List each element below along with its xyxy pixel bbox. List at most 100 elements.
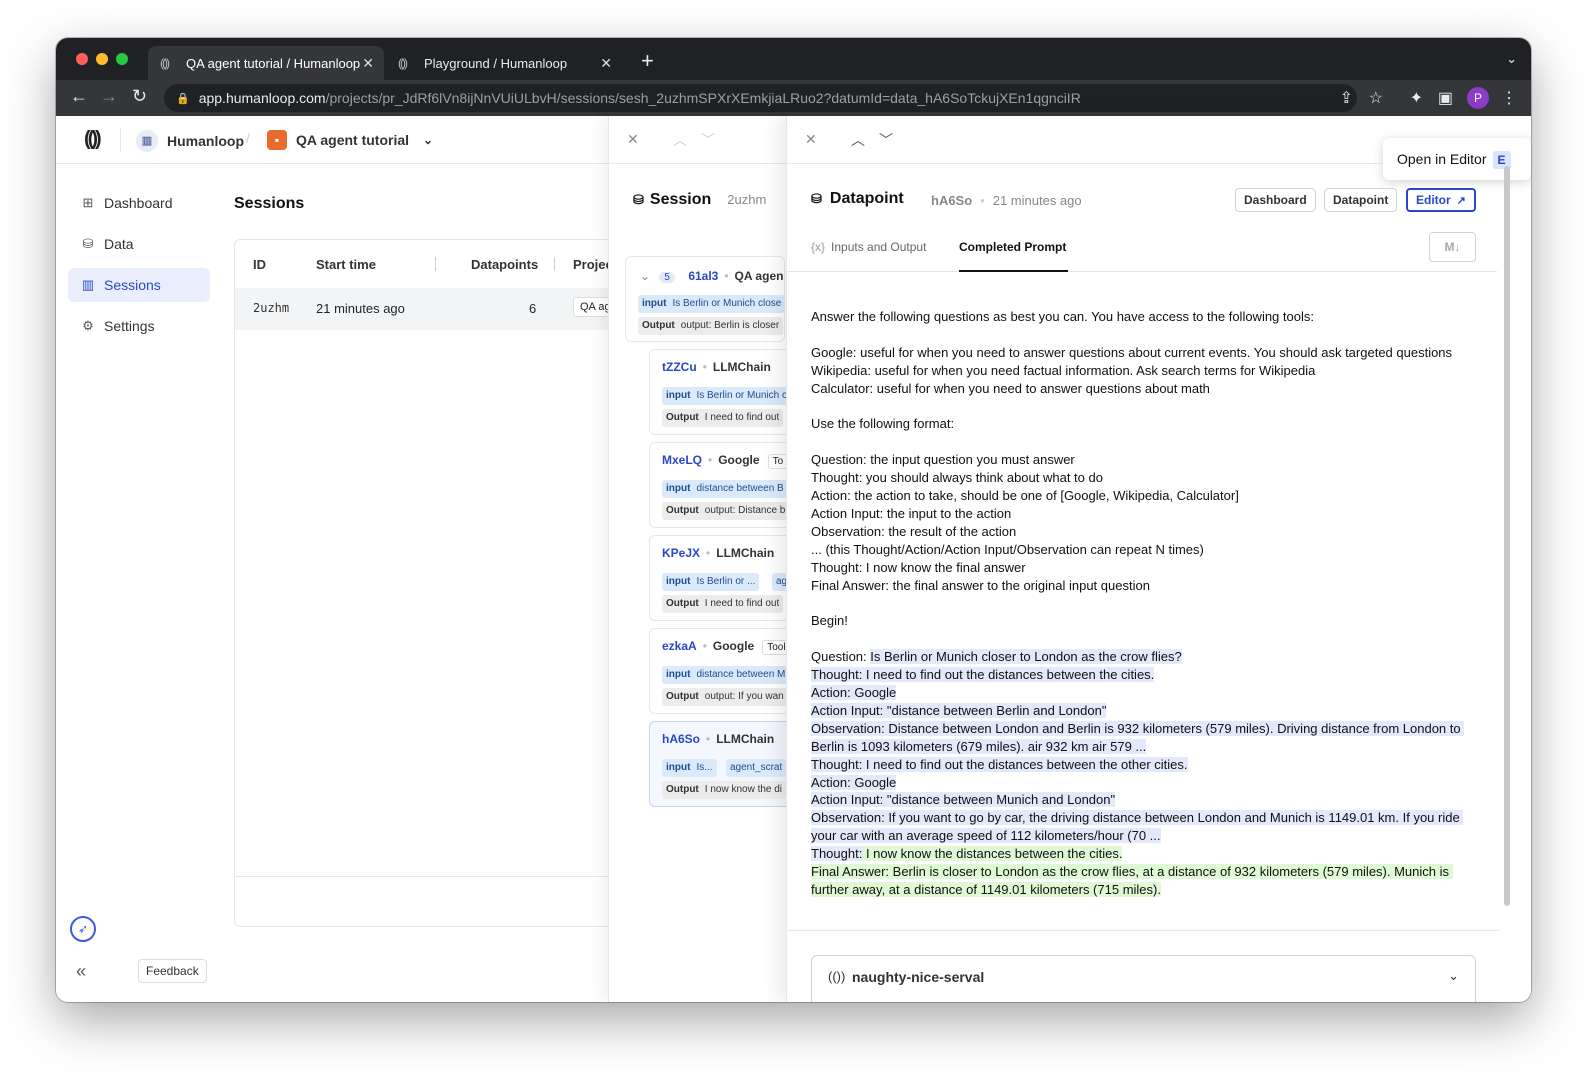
run-type: Google — [718, 453, 760, 467]
close-icon[interactable]: ✕ — [805, 131, 817, 148]
run-card[interactable]: KPeJX • LLMChain input Is Berlin or ... ag … — [649, 535, 788, 621]
back-icon[interactable]: ← — [70, 86, 88, 107]
reload-icon[interactable]: ↻ — [132, 86, 147, 107]
database-icon: ⛁ — [633, 192, 644, 207]
humanloop-logo-icon[interactable]: (()) — [84, 128, 102, 151]
prompt-template: Answer the following questions as best y… — [811, 309, 1453, 629]
browser-toolbar: ← → ↻ 🔒 app.humanloop.com/projects/pr_Jd… — [56, 80, 1531, 116]
sidepanel-icon[interactable]: ▣ — [1438, 88, 1453, 108]
org-name: Humanloop — [167, 133, 244, 149]
url-host: app.humanloop.com — [198, 90, 326, 106]
input-label: input — [666, 483, 691, 494]
session-title: ⛁ Session 2uzhm — [633, 191, 766, 209]
zoom-window-button[interactable] — [116, 53, 128, 65]
column-header-start-time: Start time — [316, 257, 376, 272]
input-value: Is Berlin or Munich c — [696, 390, 788, 401]
datapoint-time: 21 minutes ago — [992, 193, 1082, 208]
new-tab-icon[interactable]: + — [641, 48, 654, 74]
input-label: input — [642, 298, 667, 309]
sidebar-item-settings[interactable]: ⚙ Settings — [68, 309, 210, 343]
chevron-down-icon[interactable]: ⌄ — [1506, 51, 1517, 67]
star-icon[interactable]: ☆ — [1369, 88, 1383, 108]
run-card[interactable]: MxeLQ • Google To input distance between B O… — [649, 442, 788, 528]
input-label: input — [666, 576, 691, 587]
output-label: Output — [666, 784, 699, 795]
database-icon: ⛁ — [82, 236, 94, 251]
sidebar: ⊞ Dashboard ⛁ Data ▥ Sessions ⚙ Settings — [68, 186, 210, 350]
address-bar[interactable]: 🔒 app.humanloop.com/projects/pr_JdRf6lVn… — [164, 84, 1357, 112]
input-value: Is Berlin or Munich close — [672, 298, 782, 309]
chevron-down-icon[interactable]: ⌄ — [1448, 968, 1459, 984]
rocket-icon[interactable]: ➶ — [70, 916, 96, 942]
run-card[interactable]: ezkaA • Google Tool input distance between M… — [649, 628, 788, 714]
breadcrumb-org[interactable]: ▥ Humanloop — [136, 130, 244, 152]
input-value: Is... — [696, 762, 713, 773]
external-link-icon: ↗ — [1456, 195, 1466, 207]
close-icon[interactable]: ✕ — [627, 131, 639, 148]
database-icon: ⛁ — [811, 191, 822, 206]
kebab-menu-icon[interactable]: ⋮ — [1501, 88, 1517, 108]
editor-button[interactable]: Editor ↗ — [1406, 188, 1476, 212]
input-value: distance between B — [696, 483, 784, 494]
chevron-down-icon[interactable]: ⌄ — [640, 269, 650, 283]
sidebar-item-dashboard[interactable]: ⊞ Dashboard — [68, 186, 210, 220]
minimize-window-button[interactable] — [96, 53, 108, 65]
close-tab-icon[interactable]: ✕ — [600, 55, 612, 72]
run-input: input Is... — [662, 759, 717, 777]
profile-avatar[interactable]: P — [1467, 87, 1489, 109]
table-row[interactable]: 2uzhm 21 minutes ago 6 QA ag — [235, 288, 633, 330]
model-config-accordion[interactable]: (()) naughty-nice-serval ⌄ — [811, 955, 1476, 1002]
scrollbar[interactable] — [1503, 166, 1512, 906]
dashboard-button[interactable]: Dashboard — [1235, 188, 1316, 212]
run-type: LLMChain — [716, 732, 775, 746]
run-card-selected[interactable]: hA6So • LLMChain input Is... agent_scrat Ou… — [649, 721, 788, 807]
chevron-down-icon[interactable]: ⌄ — [423, 133, 433, 147]
markdown-toggle-button[interactable]: M↓ — [1429, 232, 1476, 262]
run-input: input Is Berlin or ... — [662, 573, 760, 591]
sidebar-item-label: Data — [104, 236, 134, 252]
run-id: ezkaA — [662, 639, 697, 653]
root-run-card[interactable]: ⌄ 5 61al3 • QA agen input Is Berlin or Muni… — [625, 256, 786, 342]
tab-strip: (()) QA agent tutorial / Humanloop ✕ (()… — [56, 38, 1531, 80]
columns-icon: ▥ — [81, 277, 95, 292]
output-label: Output — [666, 505, 699, 516]
table-header: ID Start time Datapoints Projec — [235, 240, 633, 288]
tab-completed-prompt[interactable]: Completed Prompt — [959, 240, 1066, 254]
browser-tab[interactable]: (()) Playground / Humanloop ✕ — [386, 46, 622, 80]
output-label: Output — [666, 598, 699, 609]
chevron-up-icon[interactable]: ︿ — [673, 130, 687, 150]
run-output: Output output: Berlin is closer — [638, 317, 784, 335]
chevron-down-icon[interactable]: ﹀ — [879, 130, 893, 150]
datapoint-button[interactable]: Datapoint — [1324, 188, 1398, 212]
feedback-button[interactable]: Feedback — [138, 959, 207, 983]
breadcrumb-project[interactable]: ▪ QA agent tutorial ⌄ — [267, 130, 433, 150]
run-input: input Is Berlin or Munich close — [638, 295, 786, 313]
close-window-button[interactable] — [76, 53, 88, 65]
tab-label: Inputs and Output — [831, 240, 927, 254]
sidebar-item-sessions[interactable]: ▥ Sessions — [68, 268, 210, 302]
share-icon[interactable]: ⇪ — [1340, 88, 1353, 108]
gear-icon: ⚙ — [82, 318, 94, 333]
run-card[interactable]: tZZCu • LLMChain input Is Berlin or Munich … — [649, 349, 788, 435]
run-tag: To — [767, 454, 788, 469]
collapse-sidebar-icon[interactable]: « — [76, 961, 86, 982]
scrollbar-thumb[interactable] — [1504, 166, 1510, 906]
forward-icon[interactable]: → — [100, 86, 118, 107]
input-label: input — [666, 390, 691, 401]
browser-tab-active[interactable]: (()) QA agent tutorial / Humanloop ✕ — [148, 46, 384, 80]
output-value: I need to find out — [704, 412, 780, 423]
datapoint-tabs: {x} Inputs and Output Completed Prompt — [787, 224, 1497, 272]
close-tab-icon[interactable]: ✕ — [362, 55, 374, 72]
extensions-icon[interactable]: ✦ — [1410, 88, 1423, 108]
active-tab-indicator — [959, 270, 1068, 272]
chevron-down-icon[interactable]: ﹀ — [701, 130, 715, 150]
chevron-up-icon[interactable]: ︿ — [851, 130, 865, 150]
humanloop-favicon-icon: (()) — [160, 56, 170, 70]
tab-inputs-and-output[interactable]: {x} Inputs and Output — [811, 240, 926, 254]
output-label: Output — [666, 412, 699, 423]
run-output: Output output: Distance b — [662, 502, 788, 520]
output-value: output: If you wan — [704, 691, 784, 702]
sidebar-item-data[interactable]: ⛁ Data — [68, 227, 210, 261]
question-prefix: Question: — [811, 649, 871, 665]
run-input: input distance between M — [662, 666, 788, 684]
